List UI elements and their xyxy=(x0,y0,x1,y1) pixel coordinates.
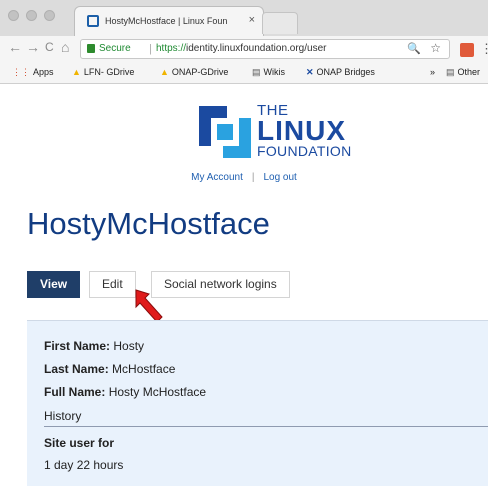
url-path: identity.linuxfoundation.org/user xyxy=(186,43,327,54)
red-pointer-arrow-icon xyxy=(135,289,163,323)
bookmark-label: Apps xyxy=(33,67,54,77)
x-logo-icon: ✕ xyxy=(306,67,314,77)
bookmarks-bar: ⋮⋮ Apps ▲ LFN- GDrive ▲ ONAP-GDrive ▤ Wikis … xyxy=(0,62,488,84)
secure-label: Secure xyxy=(99,43,131,54)
browser-tab-title: HostyMcHostface | Linux Foun xyxy=(105,16,228,26)
tab-view[interactable]: View xyxy=(27,271,81,298)
lock-icon xyxy=(87,44,95,53)
bookmark-lfn-gdrive[interactable]: ▲ LFN- GDrive xyxy=(72,67,134,77)
google-drive-icon: ▲ xyxy=(72,67,81,77)
other-bookmarks[interactable]: ▤ Other xyxy=(446,67,480,78)
more-bookmarks-chevron-icon[interactable]: » xyxy=(430,67,435,77)
linux-foundation-favicon-icon xyxy=(87,15,99,27)
first-name-value: Hosty xyxy=(113,339,145,353)
linux-foundation-logo[interactable]: THE LINUX FOUNDATION xyxy=(197,102,367,160)
linux-foundation-mark-icon xyxy=(199,106,251,158)
site-user-for-value: 1 day 22 hours xyxy=(44,458,124,472)
tab-social-network-logins[interactable]: Social network logins xyxy=(151,271,290,298)
log-out-link[interactable]: Log out xyxy=(263,172,296,183)
bookmark-star-icon[interactable]: ☆ xyxy=(430,41,441,55)
close-tab-icon[interactable]: × xyxy=(249,14,255,26)
full-name-row: Full Name: Hosty McHostface xyxy=(44,385,206,399)
back-arrow-icon[interactable]: ← xyxy=(8,39,22,55)
address-bar[interactable]: Secure | https://identity.linuxfoundatio… xyxy=(80,39,450,59)
browser-tab-active[interactable]: HostyMcHostface | Linux Foun × xyxy=(74,6,264,36)
extension-icon[interactable] xyxy=(460,43,474,57)
bookmark-label: LFN- GDrive xyxy=(83,67,135,77)
window-minimize-button[interactable] xyxy=(26,10,37,21)
window-maximize-button[interactable] xyxy=(44,10,55,21)
full-name-label: Full Name: xyxy=(44,385,106,399)
reload-icon[interactable]: C xyxy=(45,40,54,54)
last-name-row: Last Name: McHostface xyxy=(44,362,175,376)
bookmark-onap-gdrive[interactable]: ▲ ONAP-GDrive xyxy=(160,67,228,77)
page-title: HostyMcHostface xyxy=(27,206,270,241)
apps-grid-icon: ⋮⋮ xyxy=(12,67,30,77)
history-heading: History xyxy=(44,409,82,423)
my-account-link[interactable]: My Account xyxy=(191,172,243,183)
url-scheme: https:// xyxy=(156,43,187,54)
last-name-value: McHostface xyxy=(112,362,176,376)
url-text[interactable]: https://identity.linuxfoundation.org/use… xyxy=(156,43,326,54)
browser-menu-icon[interactable]: ⋮ xyxy=(480,41,488,57)
last-name-label: Last Name: xyxy=(44,362,109,376)
user-links: My Account | Log out xyxy=(0,172,488,183)
google-drive-icon: ▲ xyxy=(160,67,169,77)
bookmark-label: Wikis xyxy=(263,67,286,77)
bookmark-label: Other xyxy=(457,67,481,77)
first-name-row: First Name: Hosty xyxy=(44,339,144,353)
forward-arrow-icon[interactable]: → xyxy=(26,39,40,55)
bookmark-onap-bridges[interactable]: ✕ ONAP Bridges xyxy=(306,67,375,78)
browser-tab-strip: HostyMcHostface | Linux Foun × xyxy=(0,0,488,36)
folder-icon: ▤ xyxy=(252,67,261,77)
tab-edit[interactable]: Edit xyxy=(89,271,136,298)
bookmark-label: ONAP-GDrive xyxy=(171,67,229,77)
bookmark-wikis[interactable]: ▤ Wikis xyxy=(252,67,285,78)
history-divider xyxy=(44,426,488,427)
bookmark-apps[interactable]: ⋮⋮ Apps xyxy=(12,67,54,78)
browser-toolbar: ← → C ⌂ Secure | https://identity.linuxf… xyxy=(0,36,488,62)
profile-tabs: View Edit Social network logins xyxy=(27,271,488,298)
full-name-value: Hosty McHostface xyxy=(108,385,207,399)
profile-details-panel: First Name: Hosty Last Name: McHostface … xyxy=(27,320,488,486)
new-tab-button[interactable] xyxy=(262,12,298,34)
folder-icon: ▤ xyxy=(446,67,455,77)
address-separator: | xyxy=(149,43,152,55)
home-icon[interactable]: ⌂ xyxy=(61,39,69,55)
site-user-for-label: Site user for xyxy=(44,436,115,450)
user-links-divider: | xyxy=(251,172,255,183)
zoom-icon[interactable]: 🔍 xyxy=(407,42,421,55)
logo-text-foundation: FOUNDATION xyxy=(257,143,352,159)
bookmark-label: ONAP Bridges xyxy=(316,67,375,77)
first-name-label: First Name: xyxy=(44,339,111,353)
window-close-button[interactable] xyxy=(8,10,19,21)
